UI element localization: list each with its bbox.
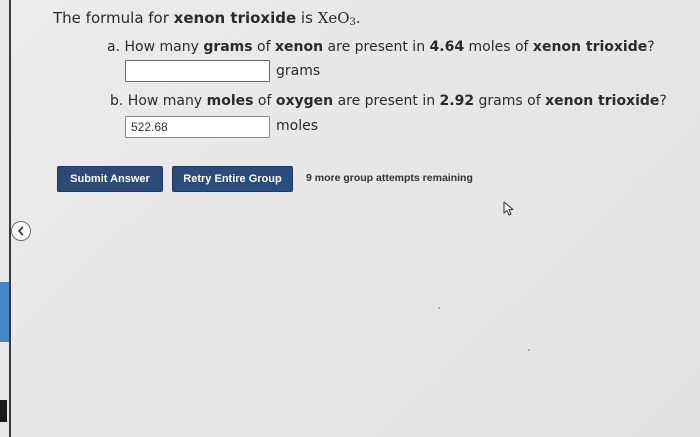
attempts-remaining-text: 9 more group attempts remaining xyxy=(306,172,473,184)
qa-bold-4: xenon trioxide xyxy=(532,39,648,55)
qa-bold-1: grams xyxy=(203,39,253,55)
qb-text-2: of xyxy=(253,93,276,109)
sidebar-accent-strip xyxy=(0,282,9,342)
chevron-left-icon xyxy=(18,226,24,236)
answer-a-unit: grams xyxy=(276,63,321,79)
chemical-formula: XeO3 xyxy=(317,9,356,28)
qa-bold-2: xenon xyxy=(275,39,324,55)
question-b-text: b. How many moles of oxygen are present … xyxy=(110,93,667,109)
qb-bold-4: xenon trioxide xyxy=(545,93,660,109)
screen-speck xyxy=(528,349,530,351)
qa-text-5: ? xyxy=(647,39,655,55)
question-a-text: a. How many grams of xenon are present i… xyxy=(107,39,655,55)
answer-b-unit: moles xyxy=(276,118,318,134)
qa-text-1: a. How many xyxy=(107,39,204,55)
compound-name: xenon trioxide xyxy=(173,9,297,27)
intro-mid: is xyxy=(296,9,318,27)
sidebar-dark-strip xyxy=(0,400,7,422)
submit-answer-button[interactable]: Submit Answer xyxy=(57,166,163,192)
qb-text-1: b. How many xyxy=(110,93,207,109)
answer-a-input[interactable] xyxy=(125,60,270,82)
qb-bold-3: 2.92 xyxy=(439,93,475,109)
qa-text-2: of xyxy=(252,39,276,55)
qa-text-3: are present in xyxy=(323,39,430,55)
sidebar-divider xyxy=(9,0,11,437)
collapse-sidebar-button[interactable] xyxy=(11,221,31,241)
qb-text-5: ? xyxy=(659,93,667,109)
mouse-cursor-icon xyxy=(503,201,514,216)
qb-text-4: grams of xyxy=(474,93,546,109)
problem-statement: The formula for xenon trioxide is XeO3. xyxy=(53,9,361,28)
answer-b-input[interactable] xyxy=(125,116,270,138)
retry-group-button[interactable]: Retry Entire Group xyxy=(172,166,293,192)
qa-bold-3: 4.64 xyxy=(429,39,465,55)
screen-speck xyxy=(438,307,440,309)
qb-bold-2: oxygen xyxy=(275,93,334,109)
qb-bold-1: moles xyxy=(206,93,254,109)
intro-prefix: The formula for xyxy=(53,9,174,27)
qa-text-4: moles of xyxy=(464,39,533,55)
intro-suffix: . xyxy=(355,9,361,27)
formula-base: XeO xyxy=(317,9,350,27)
qb-text-3: are present in xyxy=(333,93,440,109)
